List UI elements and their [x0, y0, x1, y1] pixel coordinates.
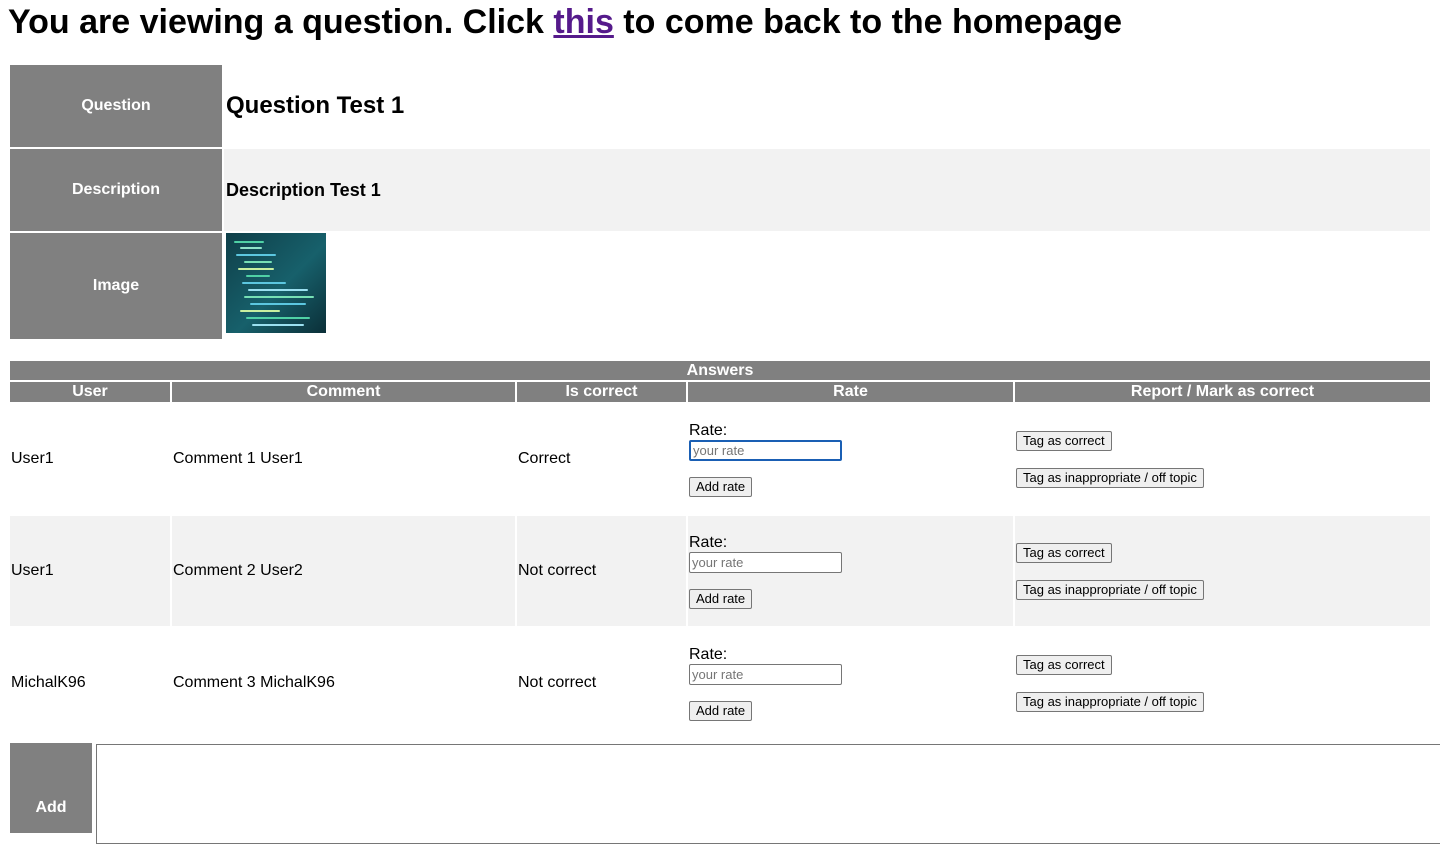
answers-caption: Answers	[10, 361, 1430, 380]
code-line	[242, 282, 286, 284]
column-header-is-correct: Is correct	[517, 382, 686, 402]
code-line	[252, 324, 304, 326]
question-info-table: Question Question Test 1 Description Des…	[8, 63, 1432, 341]
column-header-comment: Comment	[172, 382, 515, 402]
answer-comment: Comment 1 User1	[173, 450, 303, 467]
tag-correct-button[interactable]: Tag as correct	[1016, 542, 1112, 563]
report-cell: Tag as correct Tag as inappropriate / of…	[1015, 628, 1430, 738]
image-cell	[224, 233, 1430, 339]
heading-prefix: You are viewing a question. Click	[8, 3, 554, 41]
homepage-link[interactable]: this	[553, 3, 613, 41]
rate-input[interactable]	[689, 551, 842, 573]
rate-form: Rate: Add rate	[689, 646, 1013, 721]
report-actions: Tag as correct Tag as inappropriate / of…	[1016, 654, 1430, 712]
tag-correct-button[interactable]: Tag as correct	[1016, 654, 1112, 675]
column-header-user: User	[10, 382, 170, 402]
rate-label: Rate:	[689, 533, 728, 551]
tag-correct-button[interactable]: Tag as correct	[1016, 430, 1112, 451]
report-actions: Tag as correct Tag as inappropriate / of…	[1016, 542, 1430, 600]
tag-inappropriate-button[interactable]: Tag as inappropriate / off topic	[1016, 691, 1204, 712]
column-header-report: Report / Mark as correct	[1015, 382, 1430, 402]
answer-row: User1 Comment 2 User2 Not correct Rate: …	[10, 516, 1430, 626]
answer-comment: Comment 3 MichalK96	[173, 674, 335, 691]
add-rate-button[interactable]: Add rate	[689, 476, 753, 497]
question-image	[226, 233, 326, 333]
rate-input[interactable]	[689, 439, 842, 461]
tag-inappropriate-button[interactable]: Tag as inappropriate / off topic	[1016, 579, 1204, 600]
code-line	[240, 310, 280, 312]
question-label: Question	[10, 65, 222, 147]
add-answer-textarea[interactable]	[96, 744, 1440, 844]
add-label: Add	[10, 743, 92, 833]
image-row: Image	[10, 233, 1430, 339]
add-rate-button[interactable]: Add rate	[689, 588, 753, 609]
answer-row: MichalK96 Comment 3 MichalK96 Not correc…	[10, 628, 1430, 738]
answers-header-row: User Comment Is correct Rate Report / Ma…	[10, 382, 1430, 402]
report-cell: Tag as correct Tag as inappropriate / of…	[1015, 516, 1430, 626]
rate-label: Rate:	[689, 645, 728, 663]
question-row: Question Question Test 1	[10, 65, 1430, 147]
answers-caption-row: Answers	[10, 361, 1430, 380]
answer-user: MichalK96	[11, 674, 86, 691]
rate-cell: Rate: Add rate	[688, 404, 1013, 514]
report-actions: Tag as correct Tag as inappropriate / of…	[1016, 430, 1430, 488]
code-line	[234, 241, 264, 243]
heading-suffix: to come back to the homepage	[613, 3, 1123, 41]
description-text: Description Test 1	[226, 179, 381, 200]
code-line	[240, 247, 262, 249]
answer-comment: Comment 2 User2	[172, 516, 515, 626]
rate-cell: Rate: Add rate	[688, 628, 1013, 738]
description-cell: Description Test 1	[224, 149, 1430, 231]
answers-table: Answers User Comment Is correct Rate Rep…	[8, 359, 1432, 740]
rate-label: Rate:	[689, 421, 728, 439]
code-line	[246, 275, 270, 277]
rate-form: Rate: Add rate	[689, 422, 1013, 497]
code-line	[238, 268, 274, 270]
report-cell: Tag as correct Tag as inappropriate / of…	[1015, 404, 1430, 514]
code-line	[246, 317, 310, 319]
tag-inappropriate-button[interactable]: Tag as inappropriate / off topic	[1016, 467, 1204, 488]
description-label: Description	[10, 149, 222, 231]
answer-correctness: Correct	[518, 450, 571, 467]
answer-user: User1	[10, 516, 170, 626]
code-line	[244, 261, 272, 263]
answer-correctness: Not correct	[517, 516, 686, 626]
description-row: Description Description Test 1	[10, 149, 1430, 231]
image-label: Image	[10, 233, 222, 339]
page-heading: You are viewing a question. Click this t…	[8, 2, 1122, 42]
answer-correctness: Not correct	[518, 674, 597, 691]
question-cell: Question Test 1	[224, 65, 1430, 147]
rate-form: Rate: Add rate	[689, 534, 1013, 609]
code-line	[236, 254, 276, 256]
code-line	[248, 289, 308, 291]
code-line	[250, 303, 306, 305]
rate-cell: Rate: Add rate	[688, 516, 1013, 626]
rate-input[interactable]	[689, 663, 842, 685]
column-header-rate: Rate	[688, 382, 1013, 402]
add-rate-button[interactable]: Add rate	[689, 700, 753, 721]
question-title: Question Test 1	[226, 92, 405, 119]
answer-row: User1 Comment 1 User1 Correct Rate: Add …	[10, 404, 1430, 514]
code-line	[244, 296, 314, 298]
answer-user: User1	[11, 450, 54, 467]
